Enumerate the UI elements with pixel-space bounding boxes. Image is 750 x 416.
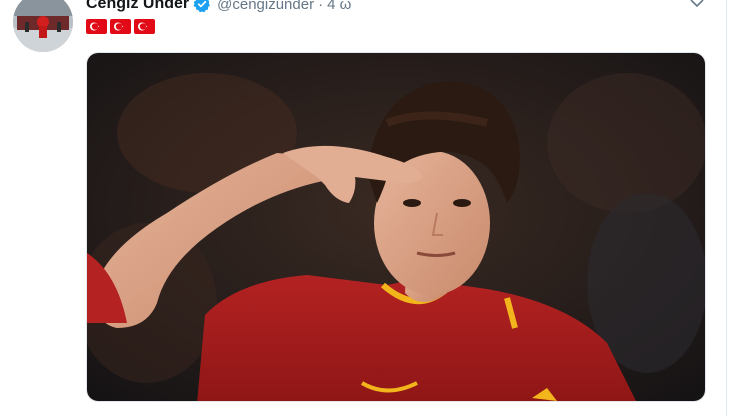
turkey-flag-icon — [134, 19, 155, 34]
twitter-page: Cengiz Ünder @cengizunder · 4 ω — [0, 0, 750, 416]
verified-badge-icon — [193, 0, 211, 13]
tweet-timestamp[interactable]: 4 ω — [327, 0, 351, 13]
turkey-flag-icon — [86, 19, 107, 34]
tweet[interactable]: Cengiz Ünder @cengizunder · 4 ω — [0, 0, 726, 416]
display-name[interactable]: Cengiz Ünder — [86, 0, 189, 13]
avatar[interactable] — [13, 0, 73, 52]
tweet-header: Cengiz Ünder @cengizunder · 4 ω — [86, 0, 351, 14]
column-divider — [726, 0, 727, 416]
turkey-flag-icon — [110, 19, 131, 34]
chevron-down-icon[interactable] — [690, 0, 704, 8]
user-handle[interactable]: @cengizunder — [217, 0, 314, 13]
tweet-photo[interactable] — [86, 52, 706, 402]
flag-emoji-row — [86, 19, 155, 34]
separator-dot: · — [318, 0, 324, 13]
